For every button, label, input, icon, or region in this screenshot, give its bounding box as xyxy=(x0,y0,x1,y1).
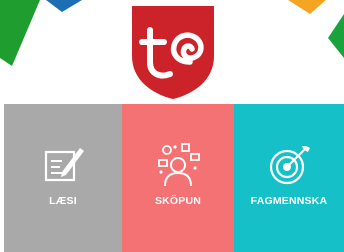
tile-label: LÆSI xyxy=(49,195,77,207)
feature-tiles: LÆSI SKÖPUN FAGMENNSKA xyxy=(4,104,344,252)
tile-label: FAGMENNSKA xyxy=(250,195,328,207)
green-decoration-left xyxy=(0,0,40,66)
tile-label: SKÖPUN xyxy=(154,195,202,207)
tile-laesi[interactable]: LÆSI xyxy=(4,104,122,252)
blue-decoration-left xyxy=(46,0,82,12)
orange-decoration-right xyxy=(288,0,326,14)
writing-pencil-icon xyxy=(44,148,84,182)
header-banner xyxy=(0,0,344,104)
green-decoration-right xyxy=(328,14,344,58)
target-arrow-icon xyxy=(269,146,310,185)
tile-fagmennska[interactable]: FAGMENNSKA xyxy=(234,104,344,252)
tile-skopun[interactable]: SKÖPUN xyxy=(122,104,234,252)
municipality-shield-logo[interactable] xyxy=(130,4,216,100)
creative-person-icon xyxy=(158,143,200,187)
